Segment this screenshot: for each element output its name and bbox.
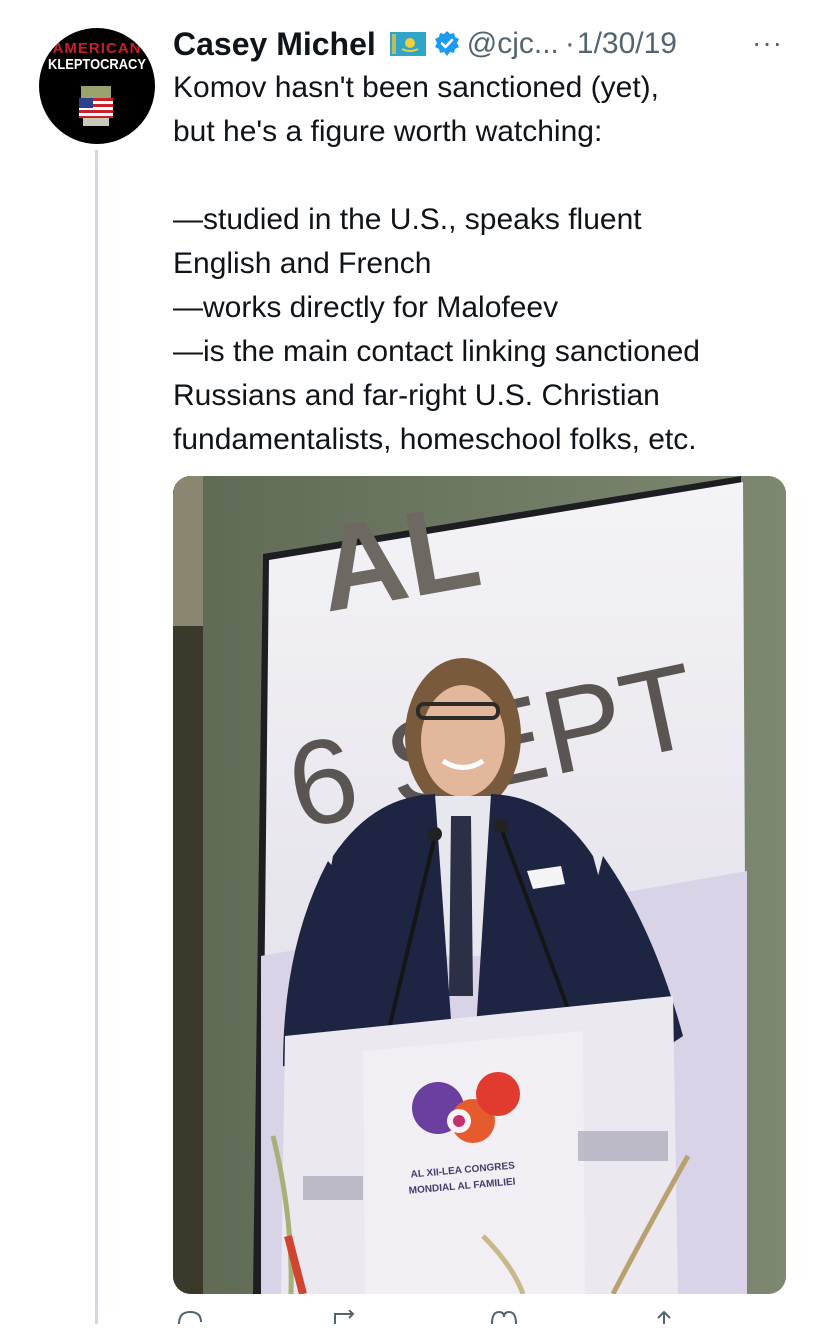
tweet-actions <box>173 1310 693 1330</box>
tweet-line: Komov hasn't been sanctioned (yet), <box>173 71 660 104</box>
tweet-line: —studied in the U.S., speaks fluent <box>173 203 642 236</box>
tweet-line: Russians and far-right U.S. Christian <box>173 379 660 412</box>
reply-icon[interactable] <box>175 1310 205 1324</box>
tweet-date[interactable]: 1/30/19 <box>577 27 677 61</box>
kazakhstan-flag-icon <box>389 32 426 56</box>
tweet-photo[interactable]: AL 6 SEPT AL XII-LEA CONGRES MONDIAL AL … <box>173 476 786 1294</box>
separator-dot: · <box>564 27 575 60</box>
tweet-line: fundamentalists, homeschool folks, etc. <box>173 423 697 456</box>
money-flag-icon <box>79 86 113 126</box>
tweet-line: but he's a figure worth watching: <box>173 115 603 148</box>
retweet-icon[interactable] <box>331 1310 361 1324</box>
avatar-text-top: AMERICAN <box>52 40 142 57</box>
author-name[interactable]: Casey Michel <box>173 26 376 63</box>
like-icon[interactable] <box>489 1310 519 1324</box>
tweet-line: —is the main contact linking sanctioned <box>173 335 700 368</box>
screen-text-top: AL <box>308 478 489 638</box>
tweet-line: —works directly for Malofeev <box>173 291 559 324</box>
tweet-line: English and French <box>173 247 432 280</box>
more-icon[interactable]: ··· <box>752 27 783 59</box>
verified-badge-icon <box>433 30 461 58</box>
avatar-text-main: KLEPTOCRACY <box>48 56 146 73</box>
tweet-header: Casey Michel @cjc... · 1/30/19 <box>173 22 677 66</box>
avatar[interactable]: AMERICAN KLEPTOCRACY <box>39 28 155 144</box>
thread-line <box>95 150 98 1324</box>
tweet-text: Komov hasn't been sanctioned (yet), but … <box>173 66 803 462</box>
photo-illustration: AL 6 SEPT AL XII-LEA CONGRES MONDIAL AL … <box>173 476 786 1294</box>
share-icon[interactable] <box>649 1310 679 1324</box>
author-handle[interactable]: @cjc... <box>467 27 559 61</box>
